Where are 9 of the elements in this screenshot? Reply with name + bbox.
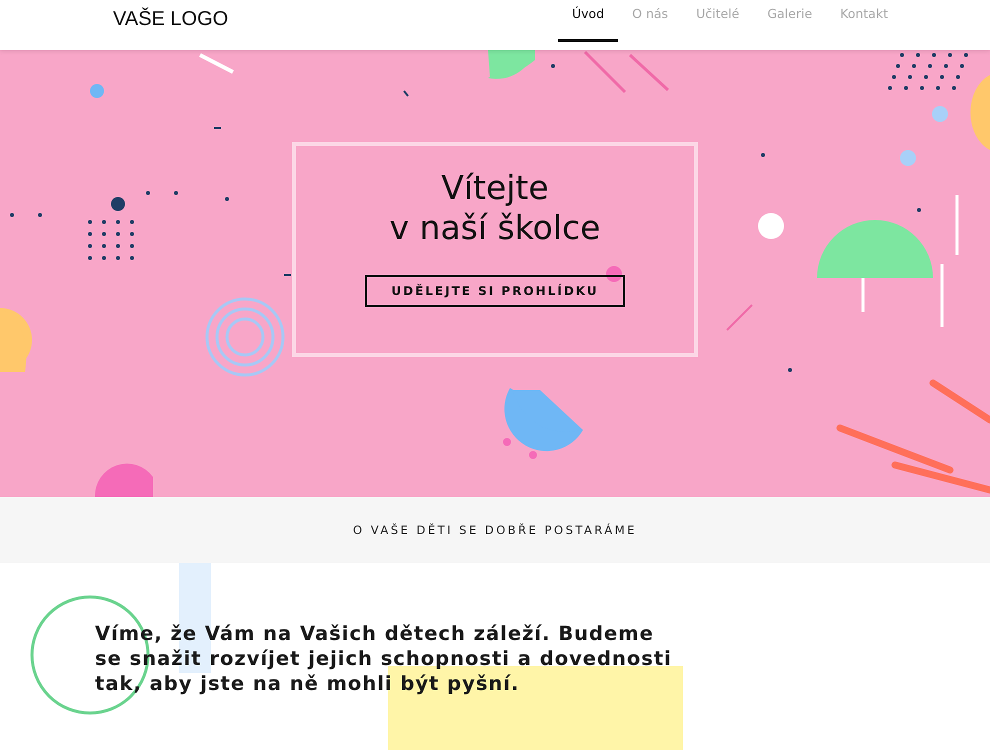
nav-link[interactable]: Galerie [753, 0, 826, 42]
nav-link[interactable]: Kontakt [826, 0, 902, 42]
nav-link[interactable]: Úvod [558, 0, 618, 42]
logo-text: VAŠE LOGO [112, 6, 228, 32]
hero-title: Vítejte v naší školce [390, 168, 600, 248]
tour-button[interactable]: UDĚLEJTE SI PROHLÍDKU [365, 275, 625, 307]
nav-link[interactable]: O nás [618, 0, 682, 42]
tagline: O VAŠE DĚTI SE DOBŘE POSTARÁME [0, 497, 990, 563]
nav-link[interactable]: Učitelé [682, 0, 754, 42]
